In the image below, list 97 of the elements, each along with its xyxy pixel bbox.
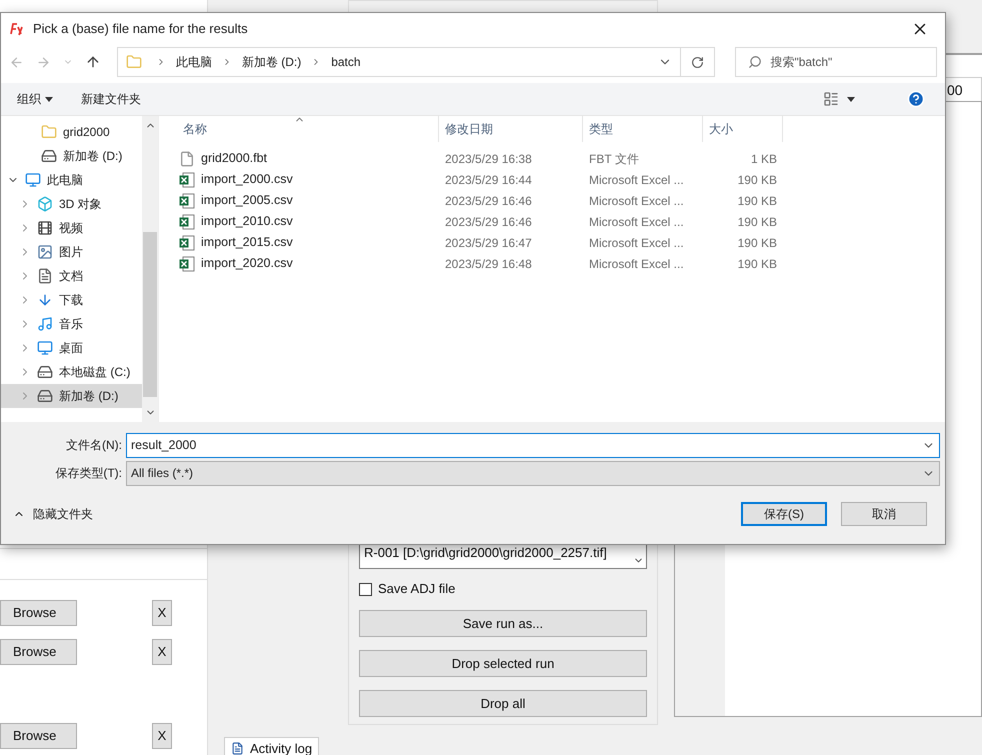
nav-item[interactable]: 音乐 xyxy=(1,312,142,336)
forward-icon[interactable] xyxy=(36,54,51,70)
drive-icon xyxy=(37,364,53,380)
caret-icon xyxy=(45,96,53,102)
file-size: 190 KB xyxy=(736,172,778,188)
folder-icon xyxy=(126,54,142,70)
modified-date: 2023/5/29 16:46 xyxy=(444,214,533,230)
search-icon xyxy=(748,55,762,69)
file-type: FBT 文件 xyxy=(588,150,640,168)
view-options-icon[interactable] xyxy=(823,91,839,107)
browse-button[interactable]: Browse xyxy=(0,723,77,749)
file-name[interactable]: import_2005.csv xyxy=(201,191,293,210)
nav-item[interactable]: 图片 xyxy=(1,240,142,264)
field-label: 文件名(N): xyxy=(65,437,123,454)
breadcrumb-item[interactable]: 此电脑 xyxy=(172,53,216,71)
modified-date: 2023/5/29 16:47 xyxy=(444,234,533,252)
spreadsheet-icon xyxy=(179,214,195,230)
nav-item[interactable]: 3D 对象 xyxy=(1,192,142,216)
column-header[interactable]: 类型 xyxy=(583,116,703,142)
drive-icon xyxy=(37,388,53,404)
file-name[interactable]: import_2020.csv xyxy=(201,254,293,273)
modified-date: 2023/5/29 16:44 xyxy=(444,172,533,188)
hide-folders-toggle[interactable]: 隐藏文件夹 xyxy=(1,505,741,523)
run-list-item[interactable]: R-001 [D:\grid\grid2000\grid2000_2257.tif] xyxy=(364,542,633,564)
nav-item[interactable]: 文档 xyxy=(1,264,142,288)
file-type: Microsoft Excel ... xyxy=(588,192,685,210)
breadcrumb-item[interactable]: 新加卷 (D:) xyxy=(238,53,306,71)
file-name[interactable]: import_2015.csv xyxy=(201,233,293,252)
nav-item[interactable]: 视频 xyxy=(1,216,142,240)
cancel-button[interactable]: 取消 xyxy=(841,502,927,526)
address-bar[interactable]: 此电脑 新加卷 (D:) batch xyxy=(116,47,716,77)
cube-icon xyxy=(37,196,53,212)
scroll-thumb[interactable] xyxy=(143,232,157,396)
column-header[interactable]: 名称 xyxy=(177,116,439,142)
music-note-icon xyxy=(37,316,53,332)
field-label: 保存类型(T): xyxy=(54,465,123,482)
app-logo-icon xyxy=(9,22,25,36)
file-size: 190 KB xyxy=(736,214,778,230)
column-header[interactable]: 大小 xyxy=(703,116,783,142)
drive-icon xyxy=(41,148,57,164)
file-name-field[interactable]: result_2000 xyxy=(126,432,940,458)
organize-menu[interactable]: 组织 xyxy=(17,90,53,108)
remove-button[interactable]: X xyxy=(152,600,172,626)
spreadsheet-icon xyxy=(179,192,195,208)
search-field[interactable]: 搜索"batch" xyxy=(735,47,938,77)
nav-item[interactable]: grid2000 xyxy=(1,120,142,144)
modified-date: 2023/5/29 16:46 xyxy=(444,192,533,210)
action-button[interactable]: Drop selected run xyxy=(359,650,647,677)
nav-item[interactable]: 本地磁盘 (C:) xyxy=(1,360,142,384)
refresh-icon xyxy=(691,56,704,68)
file-size: 1 KB xyxy=(750,150,778,168)
download-icon xyxy=(37,292,53,308)
file-size: 190 KB xyxy=(736,234,778,252)
log-icon xyxy=(231,742,244,755)
folder-icon xyxy=(41,124,57,140)
computer-icon xyxy=(25,172,41,188)
file-name[interactable]: import_2010.csv xyxy=(201,212,293,231)
browse-button[interactable]: Browse xyxy=(0,600,77,626)
breadcrumb-item[interactable]: batch xyxy=(327,53,365,71)
new-folder-button[interactable]: 新建文件夹 xyxy=(81,90,141,108)
spreadsheet-icon xyxy=(179,234,195,250)
save-button[interactable]: 保存(S) xyxy=(741,502,827,526)
nav-item[interactable]: 下载 xyxy=(1,288,142,312)
file-size: 190 KB xyxy=(736,192,778,210)
save-adj-checkbox[interactable]: Save ADJ file xyxy=(359,581,647,597)
file-icon xyxy=(179,150,195,166)
column-header[interactable]: 修改日期 xyxy=(439,116,583,142)
spreadsheet-icon xyxy=(179,172,195,188)
action-button[interactable]: Drop all xyxy=(359,690,647,717)
help-icon[interactable] xyxy=(907,90,925,108)
nav-item[interactable]: 新加卷 (D:) xyxy=(1,144,142,168)
file-type-select[interactable]: All files (*.*) xyxy=(126,460,940,486)
file-type: Microsoft Excel ... xyxy=(588,214,685,230)
remove-button[interactable]: X xyxy=(152,723,172,749)
film-icon xyxy=(37,220,53,236)
remove-button[interactable]: X xyxy=(152,639,172,665)
browse-button[interactable]: Browse xyxy=(0,639,77,665)
modified-date: 2023/5/29 16:38 xyxy=(444,150,533,168)
spreadsheet-icon xyxy=(179,256,195,272)
file-type: Microsoft Excel ... xyxy=(588,256,685,272)
file-name[interactable]: import_2000.csv xyxy=(201,170,293,189)
file-type: Microsoft Excel ... xyxy=(588,234,685,252)
scrollbar[interactable] xyxy=(142,116,158,422)
file-name[interactable]: grid2000.fbt xyxy=(201,149,268,168)
nav-item[interactable]: 此电脑 xyxy=(1,168,142,192)
file-size: 190 KB xyxy=(736,256,778,272)
modified-date: 2023/5/29 16:48 xyxy=(444,256,533,272)
action-button[interactable]: Save run as... xyxy=(359,610,647,637)
picture-icon xyxy=(37,244,53,260)
file-type: Microsoft Excel ... xyxy=(588,172,685,188)
document-icon xyxy=(37,268,53,284)
desktop-icon xyxy=(37,340,53,356)
back-icon[interactable] xyxy=(9,54,24,70)
nav-item[interactable]: 桌面 xyxy=(1,336,142,360)
up-icon[interactable] xyxy=(84,54,101,70)
nav-item[interactable]: 新加卷 (D:) xyxy=(1,384,142,408)
window-title: Pick a (base) file name for the results xyxy=(33,20,249,38)
